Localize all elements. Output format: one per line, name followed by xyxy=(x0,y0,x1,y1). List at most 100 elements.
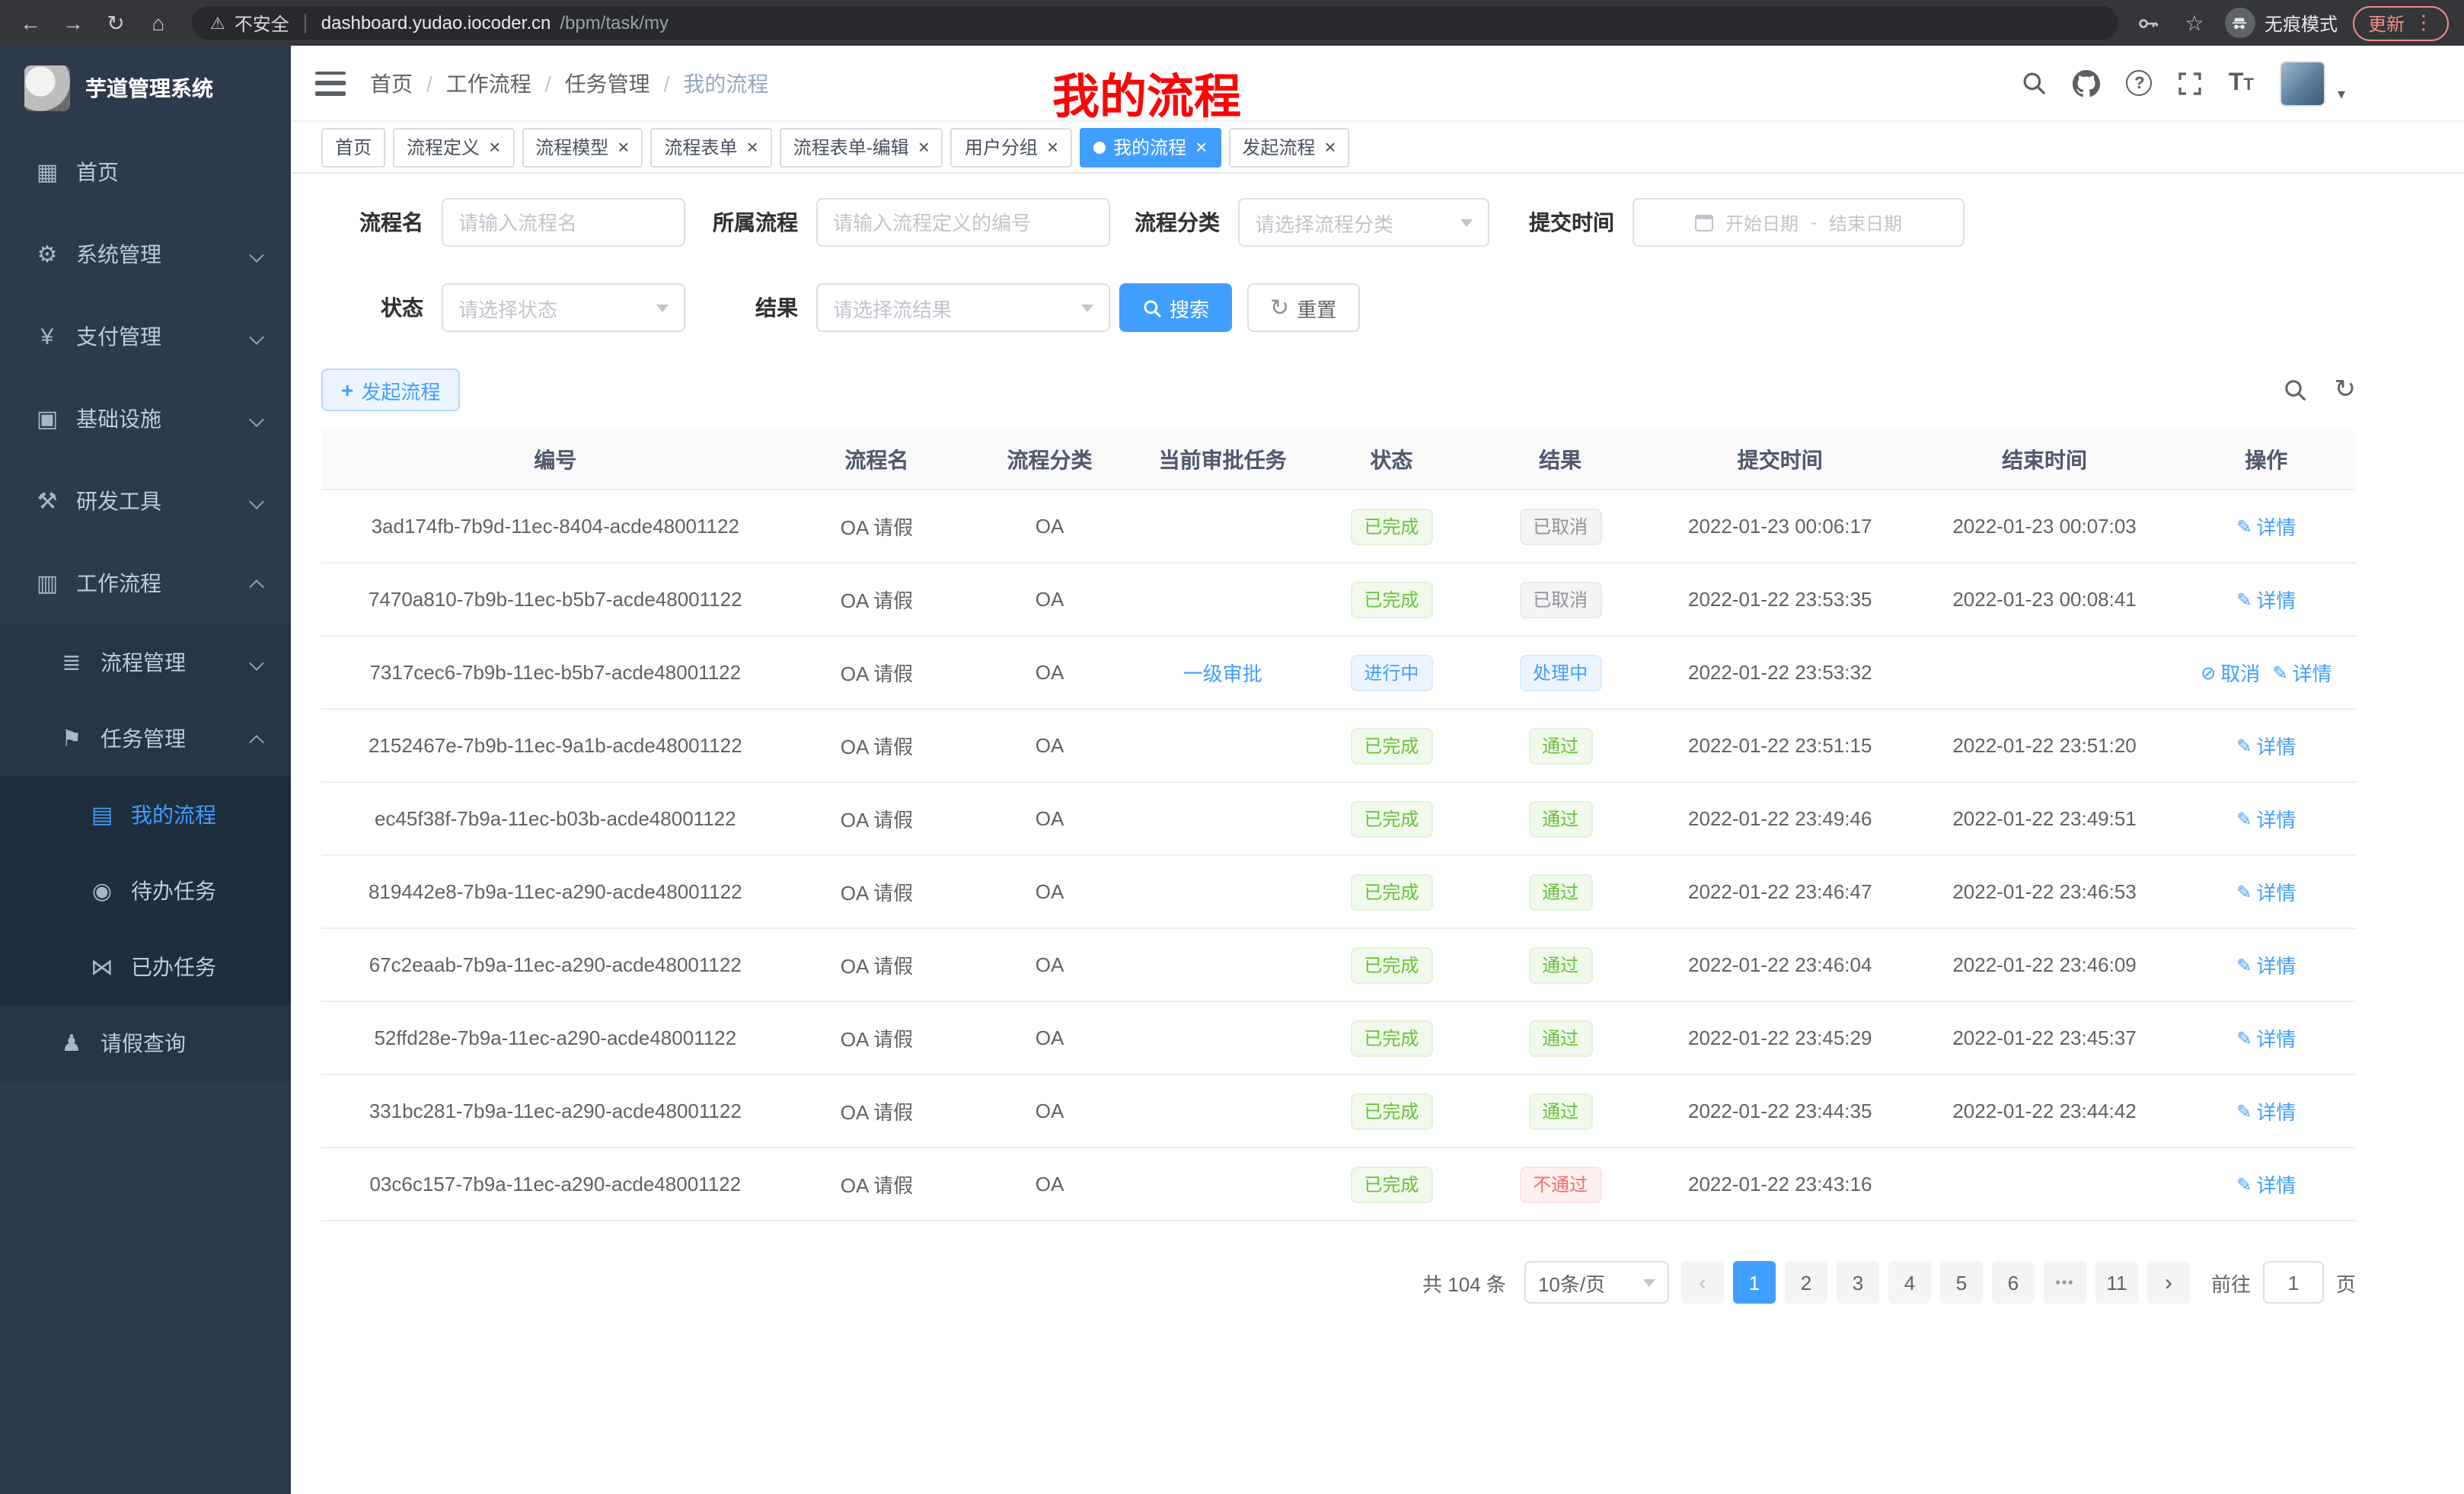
page-button[interactable]: 4 xyxy=(1888,1261,1931,1304)
browser-forward-icon[interactable]: → xyxy=(55,5,91,41)
close-icon[interactable]: × xyxy=(1195,137,1207,157)
parent-process-input[interactable] xyxy=(816,198,1110,247)
close-icon[interactable]: × xyxy=(1047,137,1058,157)
table-cell: ✎详情 xyxy=(2177,1097,2356,1125)
browser-back-icon[interactable]: ← xyxy=(12,5,49,41)
search-icon[interactable] xyxy=(2022,70,2047,96)
sidebar-item-label: 首页 xyxy=(76,157,270,187)
detail-action-link[interactable]: ✎详情 xyxy=(2236,731,2296,760)
tab-item[interactable]: 流程定义× xyxy=(393,127,514,167)
sidebar-item-task-manage[interactable]: ⚑任务管理 xyxy=(0,701,291,777)
sidebar-item-leave-query[interactable]: ♟请假查询 xyxy=(0,1005,291,1081)
result-select[interactable]: 请选择流结果 xyxy=(816,283,1110,332)
status-tag: 已完成 xyxy=(1350,873,1432,910)
tab-item[interactable]: 发起流程× xyxy=(1228,127,1349,167)
page-button[interactable]: 2 xyxy=(1785,1261,1827,1304)
tab-item[interactable]: 流程表单-编辑× xyxy=(780,127,943,167)
update-button[interactable]: 更新 ⋮ xyxy=(2353,5,2449,40)
status-select[interactable]: 请选择状态 xyxy=(442,283,685,332)
breadcrumb-item[interactable]: 首页 xyxy=(370,68,446,98)
create-process-button[interactable]: + 发起流程 xyxy=(321,369,460,411)
sidebar-item-system[interactable]: ⚙系统管理 xyxy=(0,213,291,295)
browser-home-icon[interactable]: ⌂ xyxy=(140,5,177,41)
tab-item[interactable]: 用户分组× xyxy=(951,127,1072,167)
sidebar-item-devtools[interactable]: ⚒研发工具 xyxy=(0,460,291,542)
table-cell: 已取消 xyxy=(1473,581,1648,618)
detail-action-link[interactable]: ✎详情 xyxy=(2236,585,2296,614)
next-page-button[interactable]: › xyxy=(2147,1261,2190,1304)
page-button[interactable]: 5 xyxy=(1940,1261,1983,1304)
detail-action-link[interactable]: ✎详情 xyxy=(2236,950,2296,979)
close-icon[interactable]: × xyxy=(747,137,758,157)
breadcrumb-item[interactable]: 任务管理 xyxy=(565,68,684,98)
tab-item[interactable]: 我的流程 × xyxy=(1080,127,1221,167)
search-toggle-icon[interactable] xyxy=(2283,378,2307,402)
workflow-icon: ▥ xyxy=(30,570,64,597)
close-icon[interactable]: × xyxy=(918,137,930,157)
table-cell: OA xyxy=(964,661,1135,684)
page-button[interactable]: 11 xyxy=(2095,1261,2138,1304)
browser-reload-icon[interactable]: ↻ xyxy=(97,5,134,41)
tab-item[interactable]: 流程模型× xyxy=(522,127,643,167)
chevron-down-icon[interactable]: ▾ xyxy=(2338,87,2345,104)
avatar[interactable] xyxy=(2280,60,2325,106)
breadcrumb-item[interactable]: 工作流程 xyxy=(446,68,565,98)
close-icon[interactable]: × xyxy=(489,137,500,157)
address-bar[interactable]: ⚠ 不安全 dashboard.yudao.iocoder.cn/bpm/tas… xyxy=(192,6,2118,40)
table-cell: OA 请假 xyxy=(790,731,965,760)
fullscreen-icon[interactable] xyxy=(2178,71,2203,95)
font-size-icon[interactable]: TT xyxy=(2229,71,2254,95)
table-cell: 已完成 xyxy=(1310,1020,1473,1056)
search-button[interactable]: 搜索 xyxy=(1119,283,1232,332)
sidebar-item-done-task[interactable]: ⋈已办任务 xyxy=(0,929,291,1005)
table-row: 331bc281-7b9a-11ec-a290-acde48001122OA 请… xyxy=(321,1075,2356,1148)
hamburger-menu-icon[interactable] xyxy=(315,71,346,95)
chevron-down-icon xyxy=(656,304,669,311)
github-icon[interactable] xyxy=(2073,69,2101,97)
table-cell: 已完成 xyxy=(1310,1093,1473,1129)
close-icon[interactable]: × xyxy=(618,137,629,157)
tab-item[interactable]: 首页 xyxy=(321,127,385,167)
sidebar-item-process-manage[interactable]: ≣流程管理 xyxy=(0,624,291,701)
done-task-icon: ⋈ xyxy=(85,953,119,981)
page-button[interactable]: 6 xyxy=(1992,1261,2035,1304)
help-icon[interactable]: ? xyxy=(2127,70,2153,96)
process-name-input[interactable] xyxy=(442,198,685,247)
detail-action-link[interactable]: ✎详情 xyxy=(2236,877,2296,906)
tab-item[interactable]: 流程表单× xyxy=(650,127,771,167)
key-icon[interactable] xyxy=(2134,8,2164,38)
sidebar-item-home[interactable]: ▦首页 xyxy=(0,131,291,213)
more-pages-button[interactable]: ••• xyxy=(2044,1261,2086,1304)
category-select[interactable]: 请选择流程分类 xyxy=(1238,198,1489,247)
cancel-action-link[interactable]: ⊘取消 xyxy=(2201,658,2260,687)
table-row: 52ffd28e-7b9a-11ec-a290-acde48001122OA 请… xyxy=(321,1002,2356,1075)
sidebar-item-my-process[interactable]: ▤我的流程 xyxy=(0,777,291,853)
sidebar-item-todo-task[interactable]: ◉待办任务 xyxy=(0,853,291,929)
table-cell: OA xyxy=(964,1026,1135,1049)
detail-action-link[interactable]: ✎详情 xyxy=(2236,804,2296,833)
reset-button[interactable]: ↻ 重置 xyxy=(1247,283,1359,332)
bookmark-star-icon[interactable]: ☆ xyxy=(2179,8,2210,38)
page-size-select[interactable]: 10条/页 xyxy=(1524,1261,1669,1304)
table-cell: 2022-01-23 00:08:41 xyxy=(1912,588,2176,611)
page-button[interactable]: 3 xyxy=(1837,1261,1879,1304)
prev-page-button[interactable]: ‹ xyxy=(1681,1261,1724,1304)
sidebar-item-payment[interactable]: ¥支付管理 xyxy=(0,295,291,378)
detail-action-link[interactable]: ✎详情 xyxy=(2236,1097,2296,1125)
detail-action-link[interactable]: ✎详情 xyxy=(2236,1170,2296,1199)
page-button[interactable]: 1 xyxy=(1733,1261,1776,1304)
table-cell: 已完成 xyxy=(1310,1166,1473,1202)
tab-label: 我的流程 xyxy=(1113,134,1186,160)
sidebar-item-infra[interactable]: ▣基础设施 xyxy=(0,378,291,460)
detail-action-link[interactable]: ✎详情 xyxy=(2236,512,2296,541)
submit-time-range[interactable]: 开始日期 - 结束日期 xyxy=(1633,198,1964,247)
detail-action-link[interactable]: ✎详情 xyxy=(2272,658,2332,687)
sidebar-item-workflow[interactable]: ▥工作流程 xyxy=(0,542,291,624)
approval-task-link[interactable]: 一级审批 xyxy=(1183,658,1262,687)
browser-menu-icon[interactable]: ⋮ xyxy=(2414,11,2434,35)
refresh-icon[interactable]: ↻ xyxy=(2335,375,2357,405)
incognito-badge: 无痕模式 xyxy=(2225,8,2338,38)
detail-action-link[interactable]: ✎详情 xyxy=(2236,1023,2296,1052)
goto-page-input[interactable] xyxy=(2263,1261,2324,1304)
close-icon[interactable]: × xyxy=(1324,137,1336,157)
